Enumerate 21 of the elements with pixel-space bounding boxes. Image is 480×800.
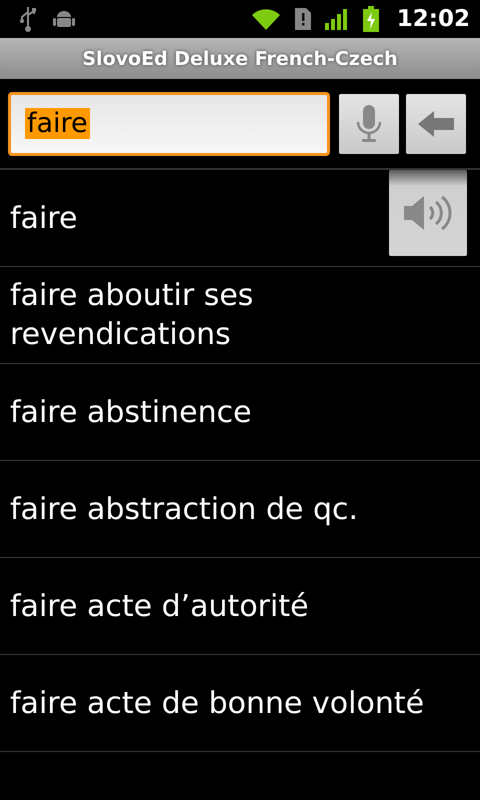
robot-icon xyxy=(52,8,76,30)
microphone-icon xyxy=(355,104,383,144)
window-title: SlovoEd Deluxe French-Czech xyxy=(82,48,398,70)
left-arrow-icon xyxy=(417,110,455,138)
backspace-button[interactable] xyxy=(406,94,466,154)
word-entry[interactable]: faire xyxy=(10,198,389,238)
usb-icon xyxy=(18,6,38,32)
word-entry[interactable]: faire aboutir ses revendications xyxy=(10,276,466,354)
word-entry[interactable]: faire acte d’autorité xyxy=(10,586,466,626)
battery-charging-icon xyxy=(362,6,379,32)
word-entry[interactable]: faire abstinence xyxy=(10,392,466,432)
microphone-button[interactable] xyxy=(339,94,399,154)
clock-time: 12:02 xyxy=(396,6,470,32)
word-entry[interactable]: faire acte de bonne volonté xyxy=(10,684,466,722)
speaker-icon xyxy=(404,195,452,231)
wifi-icon xyxy=(250,8,281,30)
search-field[interactable]: faire xyxy=(8,92,330,156)
speaker-button[interactable] xyxy=(389,170,467,256)
signal-icon xyxy=(324,8,349,30)
word-entry[interactable]: faire abstraction de qc. xyxy=(10,490,466,528)
sim-card-icon xyxy=(294,8,311,30)
